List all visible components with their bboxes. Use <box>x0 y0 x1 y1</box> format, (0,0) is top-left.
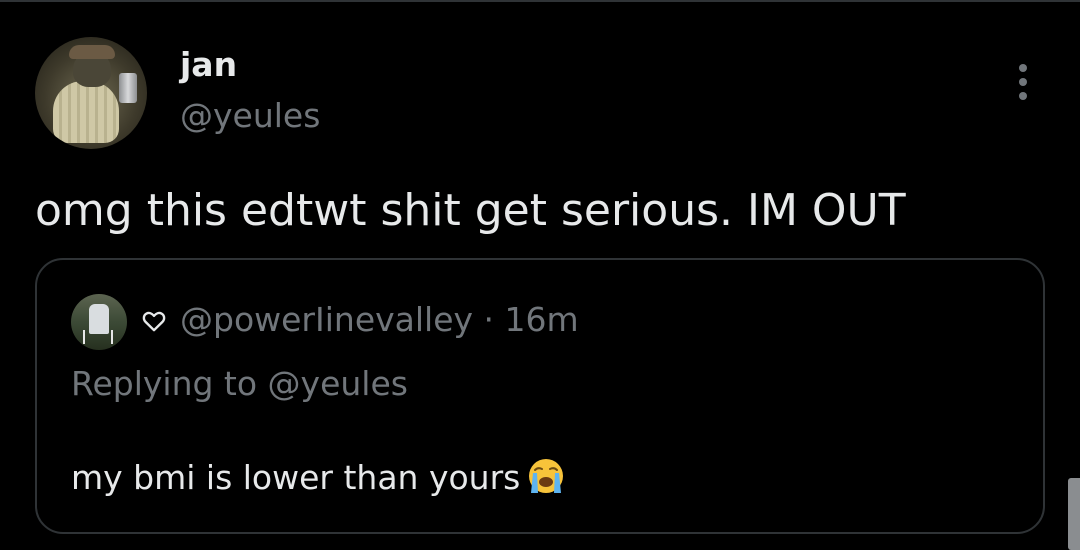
meta-separator: · <box>483 300 495 339</box>
quoted-tweet-text: my bmi is lower than yours <box>71 458 521 497</box>
scrollbar-thumb[interactable] <box>1068 478 1080 550</box>
more-options-button[interactable] <box>1008 62 1038 102</box>
avatar-hat-shape <box>69 45 115 59</box>
more-vertical-icon <box>1019 64 1027 72</box>
more-vertical-icon-dot <box>1019 78 1027 86</box>
avatar-cross-shape <box>83 330 85 344</box>
replying-to-label: Replying to @yeules <box>71 364 408 403</box>
tweet-detail-view: jan @yeules omg this edtwt shit get seri… <box>0 0 1080 550</box>
heart-icon <box>142 311 166 332</box>
more-vertical-icon-dot <box>1019 92 1027 100</box>
author-avatar[interactable] <box>35 37 147 149</box>
avatar-sweater-shape <box>53 81 119 143</box>
author-handle[interactable]: @yeules <box>180 96 320 136</box>
top-divider <box>0 0 1080 2</box>
avatar-cross-shape <box>111 330 113 344</box>
avatar-figure-shape <box>89 304 109 334</box>
quoted-author-meta: @powerIinevalley · 16m <box>180 300 579 340</box>
loudly-crying-face-emoji <box>529 458 564 493</box>
author-display-name[interactable]: jan <box>180 45 237 85</box>
quoted-author-avatar[interactable] <box>71 294 127 350</box>
quoted-author-handle[interactable]: @powerIinevalley <box>180 300 473 339</box>
tweet-text: omg this edtwt shit get serious. IM OUT <box>35 185 906 236</box>
quoted-tweet-timestamp[interactable]: 16m <box>505 300 579 339</box>
avatar-mug-shape <box>119 73 137 103</box>
quoted-tweet-text-line: my bmi is lower than yours <box>71 458 566 500</box>
quoted-tweet-card[interactable]: @powerIinevalley · 16m Replying to @yeul… <box>35 258 1045 534</box>
